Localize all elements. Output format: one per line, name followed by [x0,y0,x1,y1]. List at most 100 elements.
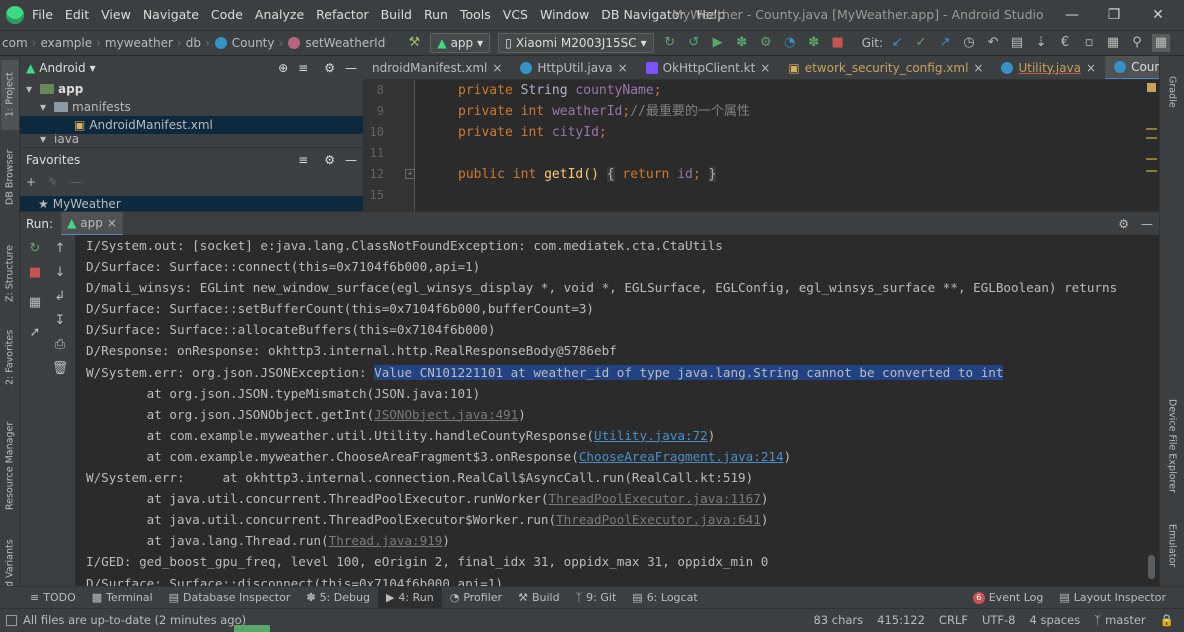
tab-favorites[interactable]: 2: Favorites [1,322,19,392]
project-structure-icon[interactable]: ▤ [1008,34,1026,52]
stack-trace-link[interactable]: Thread.java:919 [329,533,443,548]
run-tab-app[interactable]: ▲ app × [61,211,123,236]
chevron-down-icon[interactable]: ▾ [90,61,96,75]
stack-trace-link[interactable]: ThreadPoolExecutor.java:1167 [549,491,761,506]
menu-file[interactable]: File [26,0,59,30]
menu-analyze[interactable]: Analyze [249,0,310,30]
git-update-icon[interactable]: ↙ [888,34,906,52]
tool-event-log[interactable]: 6 Event Log [965,587,1052,609]
tab-emulator[interactable]: Emulator [1164,516,1180,576]
collapse-all-icon[interactable]: ≡ [298,61,308,75]
collapse-all-icon[interactable]: ≡ [298,153,308,167]
hide-panel-icon[interactable]: — [345,153,357,167]
settings-icon[interactable]: ▦ [1152,34,1171,52]
menu-code[interactable]: Code [205,0,249,30]
stop-icon[interactable]: ■ [26,263,44,281]
tab-resource-manager[interactable]: Resource Manager [1,416,19,516]
hide-panel-icon[interactable]: — [345,61,357,75]
fold-icon[interactable]: + [405,169,415,179]
tab-network-security-config[interactable]: ▣ etwork_security_config.xml × [779,56,992,79]
status-indent[interactable]: 4 spaces [1030,609,1081,632]
tool-debug[interactable]: ✽ 5: Debug [298,587,378,609]
breadcrumb-county[interactable]: County [230,31,277,56]
tool-run[interactable]: ▶ 4: Run [377,586,442,609]
project-view-select[interactable]: Android [39,61,85,75]
gear-icon[interactable]: ⚙ [1118,217,1129,231]
tab-db-browser[interactable]: DB Browser [1,142,19,212]
stack-trace-link[interactable]: ChooseAreaFragment.java:214 [579,449,784,464]
debug-icon[interactable]: ✽ [733,34,751,52]
warning-marker[interactable] [1146,170,1157,172]
gear-icon[interactable]: ⚙ [324,153,335,167]
tab-gradle[interactable]: Gradle [1164,62,1180,122]
run-icon[interactable]: ▶ [709,34,727,52]
warning-marker[interactable] [1146,158,1157,160]
close-icon[interactable]: × [492,61,502,75]
stack-trace-link[interactable]: Utility.java:72 [594,428,708,443]
attach-debugger-icon[interactable]: ✽ [805,34,823,52]
scroll-down-icon[interactable]: ↓ [51,263,69,281]
breadcrumb-setweatherid[interactable]: setWeatherId [303,31,387,56]
tool-database-inspector[interactable]: ▤ Database Inspector [161,587,299,609]
tool-logcat[interactable]: ▤ 6: Logcat [624,587,705,609]
print-icon[interactable]: ⎙ [51,335,69,353]
breadcrumb-db[interactable]: db [184,31,203,56]
menu-window[interactable]: Window [534,0,595,30]
tree-item-app[interactable]: ▾ app [26,80,363,98]
rerun-icon[interactable]: ↻ [26,239,44,257]
locate-icon[interactable]: ⊕ [278,61,288,75]
restore-icon[interactable]: ❐ [1096,0,1132,30]
lock-icon[interactable]: 🔒 [1160,609,1174,632]
search-icon[interactable]: ⚲ [1128,34,1146,52]
tool-todo[interactable]: ≡ TODO [22,587,84,609]
hide-panel-icon[interactable]: — [1141,217,1153,231]
console-output[interactable]: I/System.out: [socket] e:java.lang.Class… [75,235,1159,586]
git-push-icon[interactable]: ↗ [936,34,954,52]
device-select[interactable]: ▯ Xiaomi M2003J15SC ▾ [498,33,654,53]
tool-terminal[interactable]: ▩ Terminal [84,587,161,609]
coverage-icon[interactable]: ⚙ [757,34,775,52]
minimize-icon[interactable]: — [1054,0,1090,30]
menu-run[interactable]: Run [418,0,454,30]
tree-item-java[interactable]: ▾ java [26,134,363,143]
tree-item-manifests[interactable]: ▾ manifests [26,98,363,116]
status-caret-position[interactable]: 415:122 [877,609,925,632]
remove-icon[interactable]: — [70,175,82,189]
breadcrumb-com[interactable]: com [0,31,30,56]
status-git-branch[interactable]: master [1105,609,1146,632]
stack-trace-link[interactable]: JSONObject.java:491 [374,407,518,422]
close-icon[interactable]: × [107,216,117,230]
tool-profiler[interactable]: ◔ Profiler [442,587,510,609]
layout-icon[interactable]: ▦ [26,293,44,311]
edit-icon[interactable]: ✎ [48,175,58,189]
toggle-tool-windows-icon[interactable] [6,615,17,626]
tab-project[interactable]: 1: Project [1,60,19,130]
tool-build[interactable]: ⚒ Build [510,587,568,609]
apply-changes-restart-icon[interactable]: ↻ [661,34,679,52]
tab-county[interactable]: County.java × [1105,56,1159,79]
tab-httputil[interactable]: HttpUtil.java × [511,56,636,79]
menu-build[interactable]: Build [375,0,418,30]
warning-marker[interactable] [1146,128,1157,130]
menu-tools[interactable]: Tools [454,0,497,30]
scroll-to-end-icon[interactable]: ↧ [51,311,69,329]
console-scrollbar[interactable] [1148,555,1155,579]
close-icon[interactable]: × [618,61,628,75]
device-manager-icon[interactable]: ▫ [1080,34,1098,52]
profile-icon[interactable]: ◔ [781,34,799,52]
status-encoding[interactable]: UTF-8 [982,609,1016,632]
tool-layout-inspector[interactable]: ▤ Layout Inspector [1051,587,1174,609]
stack-trace-link[interactable]: ThreadPoolExecutor.java:641 [556,512,761,527]
tab-build-variants[interactable]: d Variants [1,539,19,587]
layout-icon[interactable]: ▦ [1104,34,1122,52]
breadcrumb-myweather[interactable]: myweather [103,31,175,56]
favorites-item-myweather[interactable]: ★ MyWeather [20,196,363,211]
menu-navigate[interactable]: Navigate [137,0,205,30]
menu-refactor[interactable]: Refactor [310,0,374,30]
status-line-separator[interactable]: CRLF [939,609,968,632]
make-project-hammer-icon[interactable]: ⚒ [405,34,423,52]
sdk-manager-icon[interactable]: ⇣ [1032,34,1050,52]
pin-icon[interactable]: ➚ [26,323,44,341]
gear-icon[interactable]: ⚙ [324,61,335,75]
close-icon[interactable]: × [760,61,770,75]
